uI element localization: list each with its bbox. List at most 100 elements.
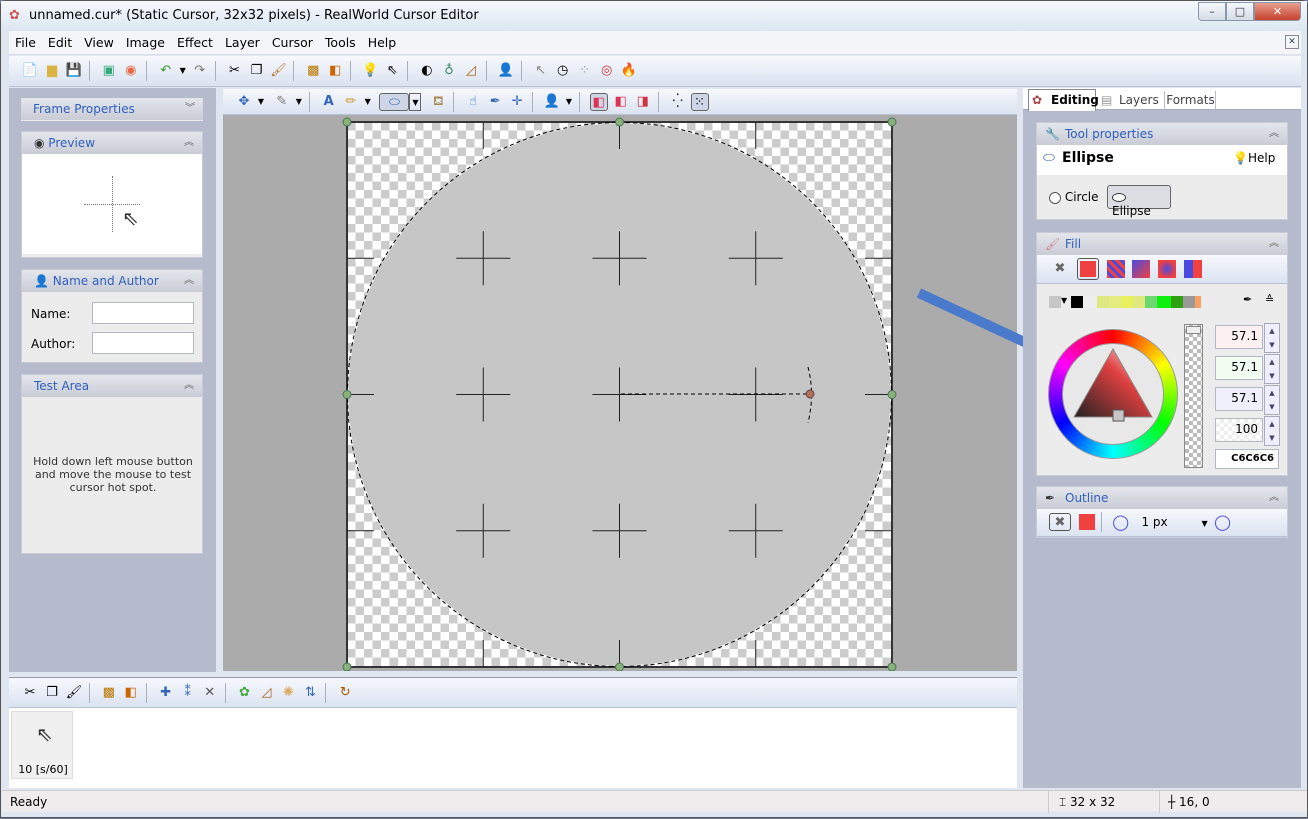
- menu-cursor[interactable]: Cursor: [266, 31, 319, 55]
- frame-properties-panel[interactable]: Frame Properties ︾: [21, 98, 203, 121]
- lifebuoy-icon[interactable]: ◎: [598, 62, 616, 80]
- menu-effect[interactable]: Effect: [171, 31, 219, 55]
- value-spinner[interactable]: ▲ ▼: [1264, 323, 1280, 353]
- frame-thumbnail[interactable]: ⇖ 10 [s/60]: [11, 711, 73, 779]
- user-icon[interactable]: 👤: [497, 62, 515, 80]
- current-color-swatch[interactable]: [1049, 296, 1061, 308]
- tab-layers[interactable]: ▤ Layers: [1099, 91, 1165, 109]
- collapse-icon[interactable]: ︽: [184, 375, 194, 397]
- tab-formats[interactable]: Formats: [1166, 91, 1216, 109]
- fill-bucket-icon[interactable]: ⛾: [429, 93, 447, 111]
- contrast-icon[interactable]: ◐: [418, 62, 436, 80]
- layer-merge-icon[interactable]: ◧: [326, 62, 344, 80]
- resize-handle[interactable]: [342, 117, 352, 127]
- dropdown-icon[interactable]: ▼: [565, 93, 573, 111]
- outline-width-value[interactable]: 1 px: [1141, 515, 1167, 529]
- alpha-value-field[interactable]: 100: [1215, 418, 1263, 442]
- hotspot-icon[interactable]: ✛: [508, 93, 526, 111]
- canvas-area[interactable]: [223, 115, 1017, 671]
- collapse-icon[interactable]: ︽: [184, 270, 194, 292]
- layer-copy-icon[interactable]: ▩: [304, 62, 322, 80]
- conical-gradient-icon[interactable]: [1184, 260, 1203, 278]
- hint-icon[interactable]: 💡: [361, 62, 379, 80]
- palette-strip[interactable]: ▼: [1049, 296, 1251, 308]
- dropdown-icon[interactable]: ▼: [364, 93, 372, 111]
- resize-handle[interactable]: [342, 390, 352, 399]
- outline-join-icon[interactable]: ◯: [1213, 513, 1231, 531]
- ellipse-tool-button[interactable]: ⬭: [379, 93, 410, 111]
- dropdown-icon[interactable]: ▼: [257, 93, 265, 111]
- reorder-icon[interactable]: ⇅: [301, 684, 319, 702]
- undo-icon[interactable]: ↶: [157, 62, 175, 80]
- expand-icon[interactable]: ︾: [185, 98, 195, 120]
- palette-options-icon[interactable]: ≙: [1265, 293, 1274, 306]
- duplicate-frame-icon[interactable]: ⁑: [179, 684, 197, 702]
- ellipse-option[interactable]: Ellipse: [1107, 185, 1171, 218]
- save-all-icon[interactable]: ▣: [100, 62, 118, 80]
- blend-replace-icon[interactable]: ◧: [589, 93, 608, 111]
- resize-handle[interactable]: [342, 662, 352, 671]
- value-spinner[interactable]: ▲ ▼: [1264, 385, 1280, 415]
- stopwatch-icon[interactable]: ◷: [554, 62, 572, 80]
- value-spinner[interactable]: ▲ ▼: [1264, 416, 1280, 446]
- triangle-tool-icon[interactable]: ◿: [462, 62, 480, 80]
- circle-option[interactable]: Circle: [1049, 190, 1099, 204]
- cut-icon[interactable]: ✂: [225, 62, 243, 80]
- pixel-grid-icon[interactable]: ⁙: [690, 93, 709, 111]
- cut-icon[interactable]: ✂: [21, 684, 39, 702]
- redo-icon[interactable]: ↷: [191, 62, 209, 80]
- grid-icon[interactable]: ⁛: [669, 93, 687, 111]
- new-icon[interactable]: 📄: [21, 62, 39, 80]
- dropdown-icon[interactable]: ▼: [295, 93, 303, 111]
- no-outline-button[interactable]: ✖: [1049, 513, 1071, 531]
- globe-icon[interactable]: ♁: [440, 62, 458, 80]
- menu-tools[interactable]: Tools: [319, 31, 362, 55]
- resize-handle[interactable]: [887, 662, 897, 671]
- sound-icon[interactable]: ◉: [122, 62, 140, 80]
- tab-editing[interactable]: ✿ Editing: [1028, 89, 1099, 111]
- collapse-icon[interactable]: ︽: [1269, 487, 1279, 509]
- palette-dropdown-icon[interactable]: ▼: [1061, 296, 1067, 305]
- resize-handle[interactable]: [887, 390, 897, 399]
- frame-properties-header[interactable]: Frame Properties ︾: [21, 98, 203, 120]
- green-value-field[interactable]: 57.1: [1215, 356, 1263, 380]
- radial-gradient-icon[interactable]: [1158, 260, 1177, 278]
- frame-copy-icon[interactable]: ▩: [100, 684, 118, 702]
- hand-icon[interactable]: ☝: [464, 93, 482, 111]
- paste-icon[interactable]: 🖌: [65, 684, 83, 702]
- collapse-icon[interactable]: ︽: [1269, 233, 1279, 255]
- color-picker-handle[interactable]: [1112, 409, 1125, 422]
- radio-icon[interactable]: [1049, 191, 1061, 204]
- help-link[interactable]: 💡Help: [1233, 151, 1275, 165]
- resize-handle[interactable]: [887, 117, 897, 127]
- pen-icon[interactable]: ✎: [273, 93, 291, 111]
- menu-layer[interactable]: Layer: [219, 31, 266, 55]
- alpha-slider[interactable]: [1184, 324, 1203, 468]
- menu-edit[interactable]: Edit: [42, 31, 78, 55]
- outline-width-dropdown-icon[interactable]: ▼: [1201, 519, 1207, 528]
- menu-file[interactable]: File: [9, 31, 42, 55]
- minimize-button[interactable]: –: [1198, 2, 1226, 21]
- frame-merge-icon[interactable]: ◧: [122, 684, 140, 702]
- collapse-icon[interactable]: ︽: [1269, 123, 1279, 145]
- no-fill-icon[interactable]: ✖: [1051, 260, 1069, 278]
- collapse-icon[interactable]: ︽: [184, 132, 194, 154]
- radius-handle[interactable]: [805, 389, 815, 399]
- red-value-field[interactable]: 57.1: [1215, 325, 1263, 349]
- value-spinner[interactable]: ▲ ▼: [1264, 354, 1280, 384]
- test-area-text[interactable]: Hold down left mouse button and move the…: [28, 455, 198, 494]
- linear-gradient-icon[interactable]: [1132, 260, 1151, 278]
- blend-normal-icon[interactable]: ◧: [612, 93, 630, 111]
- solid-fill-button[interactable]: [1076, 258, 1099, 280]
- save-icon[interactable]: 💾: [65, 62, 83, 80]
- name-input[interactable]: [92, 302, 194, 324]
- alpha-slider-thumb[interactable]: [1186, 326, 1201, 334]
- busy-icon[interactable]: ⁘: [576, 62, 594, 80]
- author-input[interactable]: [92, 332, 194, 354]
- fire-icon[interactable]: 🔥: [620, 62, 638, 80]
- open-icon[interactable]: ▆: [43, 62, 61, 80]
- cursor-canvas[interactable]: [223, 115, 1017, 671]
- mdi-close-button[interactable]: ✕: [1285, 35, 1299, 49]
- add-frame-icon[interactable]: ✚: [157, 684, 175, 702]
- pencil-icon[interactable]: ✏: [342, 93, 360, 111]
